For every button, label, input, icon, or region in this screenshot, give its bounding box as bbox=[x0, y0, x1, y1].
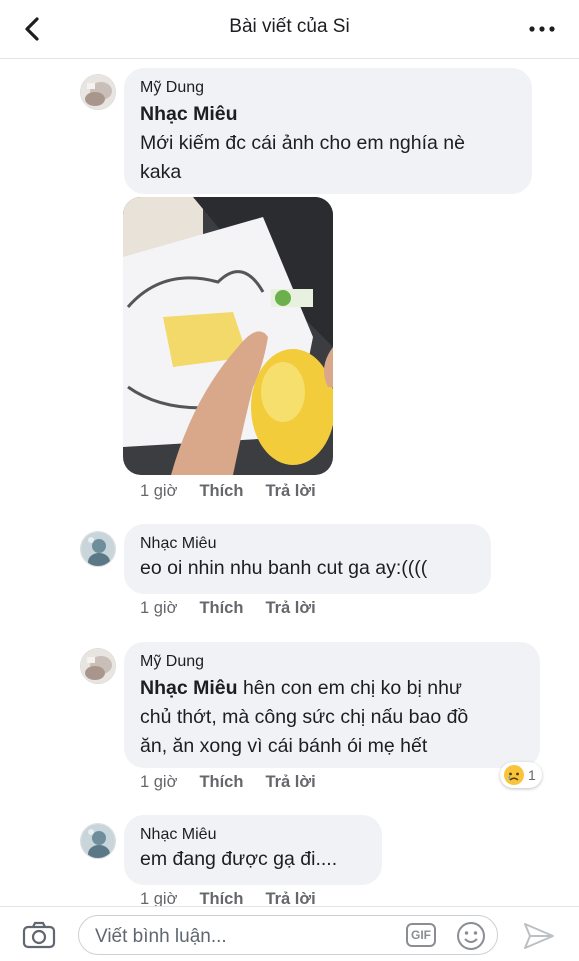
reply-button[interactable]: Trả lời bbox=[265, 599, 315, 617]
comment-text: kaka bbox=[140, 161, 182, 183]
comment-bubble: Nhạc Miêu em đang được gạ đi.... bbox=[124, 815, 382, 885]
comment-text: ăn, ăn xong vì cái bánh ói mẹ hết bbox=[140, 735, 428, 757]
avatar[interactable] bbox=[80, 648, 116, 684]
comment-input-placeholder: Viết bình luận... bbox=[95, 926, 227, 947]
like-button[interactable]: Thích bbox=[199, 599, 243, 617]
comment-author[interactable]: Nhạc Miêu bbox=[140, 534, 475, 554]
avatar[interactable] bbox=[80, 531, 116, 567]
reaction-count: 1 bbox=[528, 767, 536, 783]
comment-composer: Viết bình luận... GIF bbox=[0, 906, 579, 961]
comment-bubble: Mỹ Dung Nhạc Miêu Mới kiếm đc cái ảnh ch… bbox=[124, 68, 532, 194]
like-button[interactable]: Thích bbox=[199, 773, 243, 791]
comment-time: 1 giờ bbox=[140, 773, 178, 791]
comment-thread: Mỹ Dung Nhạc Miêu Mới kiếm đc cái ảnh ch… bbox=[0, 59, 579, 906]
gif-button[interactable]: GIF bbox=[406, 923, 436, 947]
reaction-summary[interactable]: 1 bbox=[500, 762, 542, 788]
comment-author[interactable]: Nhạc Miêu bbox=[140, 825, 366, 845]
comment-text: chủ thớt, mà công sức chị nấu bao đồ bbox=[140, 706, 469, 728]
top-bar: Bài viết của Si bbox=[0, 0, 579, 59]
page-title: Bài viết của Si bbox=[229, 16, 350, 37]
send-icon[interactable] bbox=[522, 921, 556, 951]
comment-input[interactable]: Viết bình luận... GIF bbox=[78, 915, 498, 955]
comment-time: 1 giờ bbox=[140, 482, 178, 500]
reply-button[interactable]: Trả lời bbox=[265, 773, 315, 791]
emoji-icon[interactable] bbox=[456, 921, 486, 951]
comment-bubble: Nhạc Miêu eo oi nhin nhu banh cut ga ay:… bbox=[124, 524, 491, 594]
avatar[interactable] bbox=[80, 823, 116, 859]
comment-actions: 1 giờ Thích Trả lời bbox=[140, 482, 338, 501]
comment-text: hên con em chị ko bị như bbox=[242, 677, 462, 699]
comment-text: Mới kiếm đc cái ảnh cho em nghía nè bbox=[140, 132, 465, 154]
comment-author[interactable]: Mỹ Dung bbox=[140, 78, 516, 98]
comment-bubble: Mỹ Dung Nhạc Miêu hên con em chị ko bị n… bbox=[124, 642, 540, 768]
comment-author[interactable]: Mỹ Dung bbox=[140, 652, 524, 672]
like-button[interactable]: Thích bbox=[199, 482, 243, 500]
reply-button[interactable]: Trả lời bbox=[265, 482, 315, 500]
avatar[interactable] bbox=[80, 74, 116, 110]
comment-actions: 1 giờ Thích Trả lời bbox=[140, 890, 338, 906]
comment-actions: 1 giờ Thích Trả lời bbox=[140, 773, 338, 792]
mention-tag[interactable]: Nhạc Miêu bbox=[140, 103, 238, 125]
camera-icon[interactable] bbox=[22, 921, 56, 949]
comment-text: eo oi nhin nhu banh cut ga ay:(((( bbox=[140, 557, 428, 579]
comment-photo[interactable] bbox=[123, 197, 333, 475]
sad-face-icon bbox=[504, 765, 524, 785]
reply-button[interactable]: Trả lời bbox=[265, 890, 315, 906]
comment-time: 1 giờ bbox=[140, 890, 178, 906]
comment-text: em đang được gạ đi.... bbox=[140, 848, 338, 870]
comment-actions: 1 giờ Thích Trả lời bbox=[140, 599, 338, 618]
like-button[interactable]: Thích bbox=[199, 890, 243, 906]
more-options-icon[interactable] bbox=[525, 14, 559, 44]
comment-time: 1 giờ bbox=[140, 599, 178, 617]
mention-tag[interactable]: Nhạc Miêu bbox=[140, 677, 238, 699]
